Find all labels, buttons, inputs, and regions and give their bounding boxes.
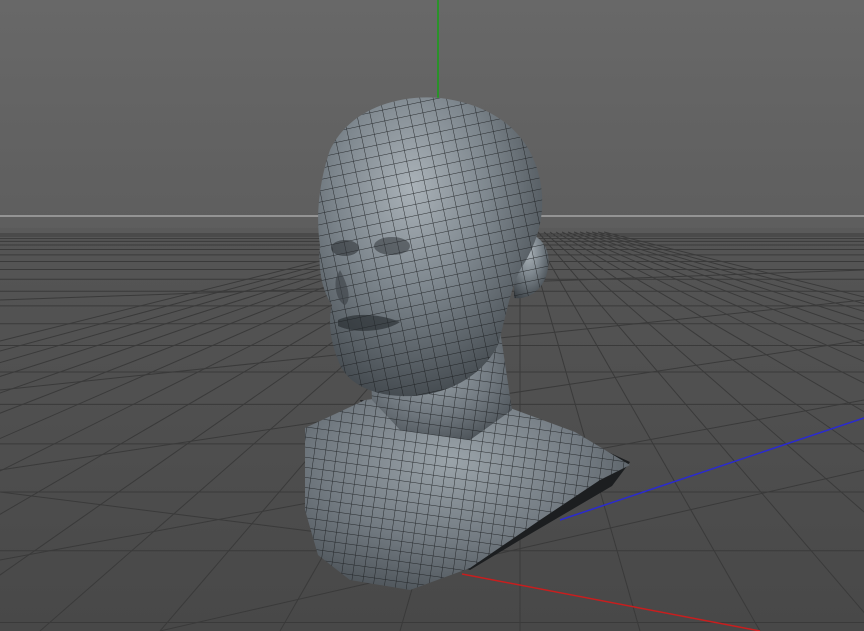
3d-viewport[interactable] (0, 0, 864, 631)
eye-socket (374, 237, 410, 255)
viewport-canvas[interactable] (0, 0, 864, 631)
eye-socket (331, 240, 359, 256)
